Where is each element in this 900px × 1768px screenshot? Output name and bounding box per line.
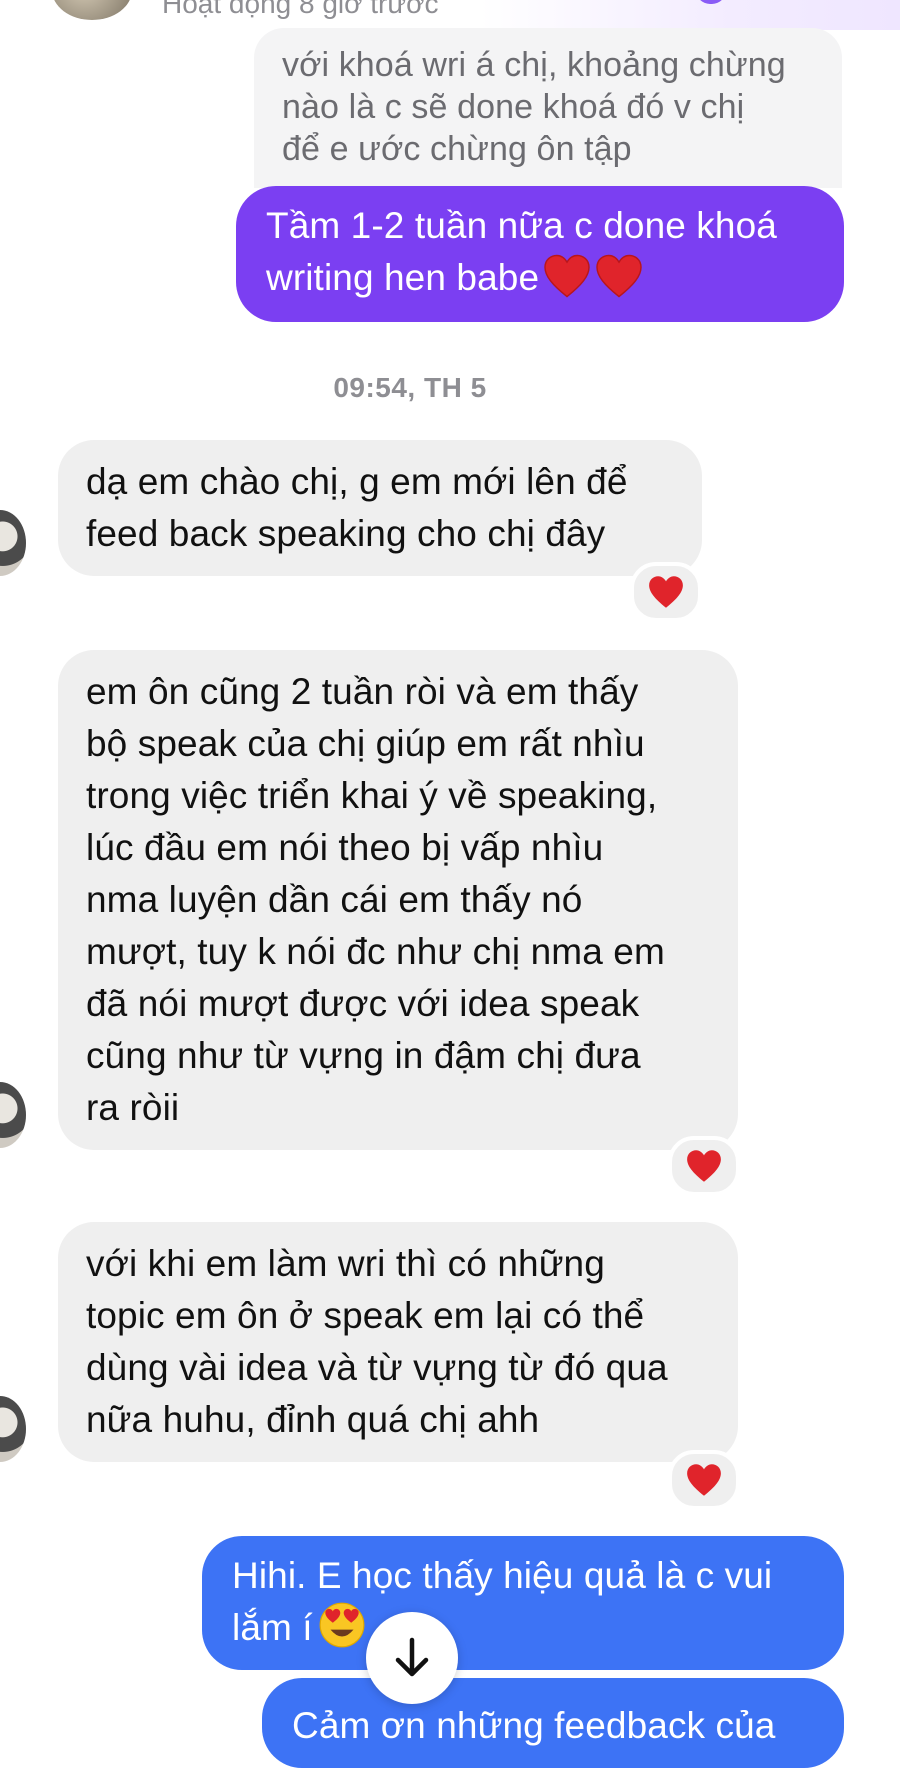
message-line: lúc đầu em nói theo bị vấp nhìu [86, 827, 604, 868]
message-line: Cảm ơn những feedback của [292, 1705, 776, 1746]
sender-avatar[interactable] [0, 510, 26, 576]
message-line: nữa huhu, đỉnh quá chị ahh [86, 1399, 540, 1440]
red-heart-icon [544, 254, 590, 298]
message-line: đã nói mượt được với idea speak [86, 983, 640, 1024]
quote-line: nào là c sẽ done khoá đó v chị [282, 88, 745, 126]
message-line: topic em ôn ở speak em lại có thể [86, 1295, 645, 1336]
message-line: trong việc triển khai ý về speaking, [86, 775, 658, 816]
incoming-message[interactable]: dạ em chào chị, g em mới lên để feed bac… [58, 440, 702, 576]
message-line: em ôn cũng 2 tuần ròi và em thấy [86, 671, 639, 712]
message-line: cũng như từ vựng in đậm chị đưa [86, 1035, 641, 1076]
outgoing-message[interactable]: Tầm 1-2 tuần nữa c done khoá writing hen… [236, 186, 844, 322]
sender-avatar[interactable] [0, 1082, 26, 1148]
message-reaction[interactable] [668, 1136, 740, 1196]
header-gradient [480, 0, 900, 30]
message-line: bộ speak của chị giúp em rất nhìu [86, 723, 645, 764]
message-line-with-emoji: writing hen babe [266, 252, 814, 304]
message-line: feed back speaking cho chị đây [86, 513, 606, 554]
message-timestamp: 09:54, TH 5 [333, 372, 487, 403]
message-line: ra ròii [86, 1087, 180, 1128]
message-line: mượt, tuy k nói đc như chị nma em [86, 931, 665, 972]
red-heart-icon [649, 576, 683, 608]
message-line: nma luyện dần cái em thấy nó [86, 879, 583, 920]
message-line-with-emoji: lắm í [232, 1602, 814, 1654]
message-reaction[interactable] [630, 562, 702, 622]
outgoing-message[interactable]: Cảm ơn những feedback của [262, 1678, 844, 1768]
active-status: Hoạt động 8 giờ trước [162, 0, 439, 19]
quote-line: để e ước chừng ôn tập [282, 130, 632, 168]
red-heart-icon [687, 1464, 721, 1496]
message-line: dạ em chào chị, g em mới lên để [86, 461, 628, 502]
red-heart-icon [596, 254, 642, 298]
message-line: Hihi. E học thấy hiệu quả là c vui [232, 1555, 773, 1596]
arrow-down-icon [395, 1637, 429, 1677]
red-heart-icon [687, 1150, 721, 1182]
message-line: với khi em làm wri thì có những [86, 1243, 605, 1284]
incoming-message[interactable]: với khi em làm wri thì có những topic em… [58, 1222, 738, 1462]
outgoing-message[interactable]: Hihi. E học thấy hiệu quả là c vui lắm í [202, 1536, 844, 1670]
message-line: lắm í [232, 1607, 313, 1648]
reply-quote[interactable]: với khoá wri á chị, khoảng chừng nào là … [254, 28, 842, 188]
heart-eyes-face-icon [319, 1602, 365, 1648]
sender-avatar[interactable] [0, 1396, 26, 1462]
message-reaction[interactable] [668, 1450, 740, 1510]
incoming-message[interactable]: em ôn cũng 2 tuần ròi và em thấy bộ spea… [58, 650, 738, 1150]
quote-line: với khoá wri á chị, khoảng chừng [282, 46, 786, 84]
scroll-to-bottom-button[interactable] [366, 1612, 458, 1704]
contact-avatar[interactable] [52, 0, 132, 20]
message-line: Tầm 1-2 tuần nữa c done khoá [266, 205, 777, 246]
message-line: writing hen babe [266, 257, 540, 298]
message-line: dùng vài idea và từ vựng từ đó qua [86, 1347, 668, 1388]
